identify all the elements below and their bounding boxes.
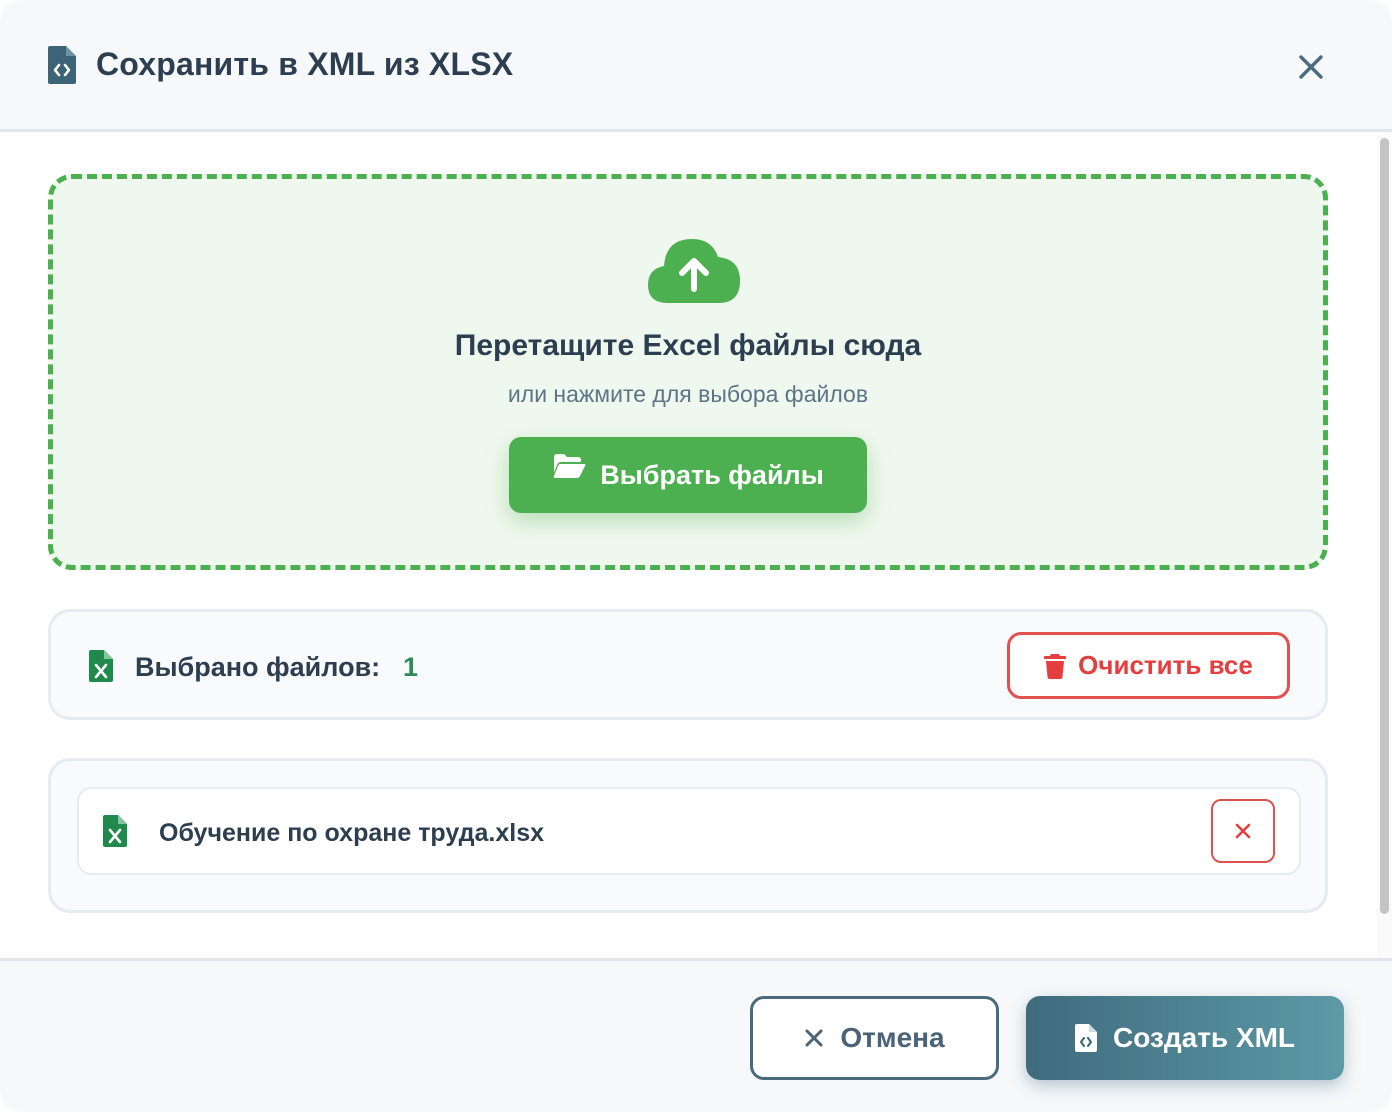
xml-export-dialog: Сохранить в XML из XLSX Перетащите Excel… (0, 0, 1392, 1112)
file-code-icon (1074, 1024, 1097, 1052)
choose-files-label: Выбрать файлы (600, 459, 824, 490)
dialog-footer: Отмена Создать XML (0, 958, 1392, 1112)
excel-file-icon (103, 815, 127, 847)
file-drop-zone[interactable]: Перетащите Excel файлы сюда или нажмите … (48, 174, 1328, 570)
drop-zone-title: Перетащите Excel файлы сюда (454, 329, 922, 362)
folder-open-icon (553, 454, 586, 478)
close-button[interactable] (1290, 46, 1332, 88)
clear-all-button[interactable]: Очистить все (1007, 632, 1290, 699)
dialog-header: Сохранить в XML из XLSX (0, 0, 1392, 132)
dialog-title: Сохранить в XML из XLSX (96, 46, 514, 82)
selected-files-count: 1 (403, 652, 419, 682)
trash-icon (1044, 653, 1067, 679)
cancel-label: Отмена (840, 1022, 945, 1053)
remove-file-button[interactable] (1211, 799, 1275, 863)
file-code-icon (48, 46, 76, 84)
choose-files-button[interactable]: Выбрать файлы (509, 437, 867, 513)
create-xml-label: Создать XML (1112, 1022, 1296, 1053)
file-list: Обучение по охране труда.xlsx (48, 758, 1328, 913)
cancel-button[interactable]: Отмена (750, 996, 999, 1080)
excel-file-icon (89, 650, 113, 682)
cloud-upload-icon (648, 239, 740, 303)
drop-zone-subtitle: или нажмите для выбора файлов (507, 381, 869, 407)
close-icon (1299, 55, 1323, 79)
clear-all-label: Очистить все (1078, 650, 1253, 680)
selection-summary: Выбрано файлов: 1 Очистить все (48, 609, 1328, 720)
file-list-item: Обучение по охране труда.xlsx (77, 787, 1301, 875)
selected-files-label: Выбрано файлов: (135, 652, 381, 682)
file-name: Обучение по охране труда.xlsx (159, 819, 545, 847)
close-icon (805, 1029, 823, 1047)
remove-icon (1235, 823, 1251, 839)
create-xml-button[interactable]: Создать XML (1026, 996, 1344, 1080)
scrollbar-thumb[interactable] (1380, 138, 1389, 914)
